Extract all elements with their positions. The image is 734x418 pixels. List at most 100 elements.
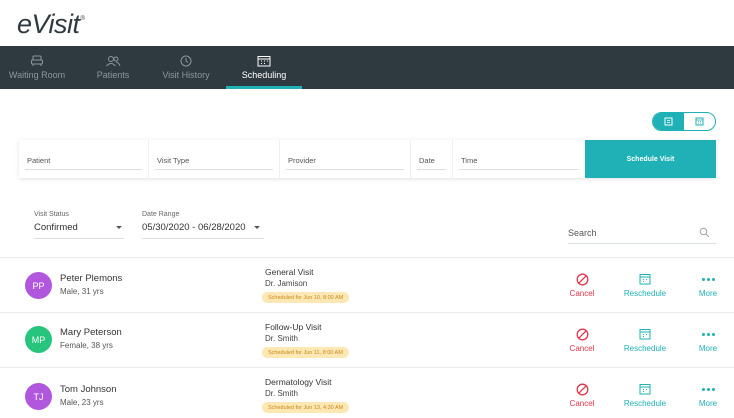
cancel-label: Cancel xyxy=(569,344,595,353)
cancel-button[interactable]: Cancel xyxy=(566,382,598,408)
cancel-icon xyxy=(576,382,589,396)
visit-row[interactable]: MP Mary Peterson Female, 38 yrs Follow-U… xyxy=(0,313,734,367)
calendar-view-button[interactable] xyxy=(684,113,715,130)
calendar-icon xyxy=(639,327,651,341)
visit-type: General Visit xyxy=(265,267,314,277)
reschedule-label: Reschedule xyxy=(623,399,667,408)
cancel-icon xyxy=(576,327,589,341)
clock-icon xyxy=(180,54,192,67)
time-field[interactable]: Time xyxy=(453,140,585,178)
more-dots-icon xyxy=(701,327,715,341)
patient-label: Patient xyxy=(27,156,51,165)
calendar-view-icon xyxy=(695,113,704,130)
calendar-icon xyxy=(639,272,651,286)
reschedule-button[interactable]: Reschedule xyxy=(620,382,670,408)
field-underline xyxy=(286,169,404,170)
visit-type-label: Visit Type xyxy=(157,156,190,165)
visit-type: Dermatology Visit xyxy=(265,377,332,387)
visit-doctor: Dr. Jamison xyxy=(265,279,308,288)
calendar-icon xyxy=(639,382,651,396)
field-underline xyxy=(459,169,579,170)
more-label: More xyxy=(698,399,718,408)
more-button[interactable]: More xyxy=(694,327,722,353)
visit-doctor: Dr. Smith xyxy=(265,334,298,343)
filter-underline xyxy=(34,238,124,239)
date-field[interactable]: Date xyxy=(411,140,453,178)
provider-field[interactable]: Provider xyxy=(280,140,411,178)
patient-meta: Male, 31 yrs xyxy=(60,287,104,296)
view-toggle xyxy=(652,112,716,131)
waiting-room-icon xyxy=(30,54,44,67)
tab-label: Scheduling xyxy=(241,70,287,80)
logo-registered-mark: ® xyxy=(80,16,85,22)
tab-visit-history[interactable]: Visit History xyxy=(156,46,216,89)
filter-underline xyxy=(142,238,264,239)
reschedule-label: Reschedule xyxy=(623,289,667,298)
date-range-value: 05/30/2020 - 06/28/2020 xyxy=(142,222,246,233)
search-input[interactable]: Search xyxy=(568,222,716,244)
active-tab-indicator xyxy=(226,86,302,89)
main-nav: Waiting Room Patients Visit History Sche… xyxy=(0,46,734,89)
reschedule-button[interactable]: Reschedule xyxy=(620,327,670,353)
field-underline xyxy=(417,169,446,170)
cancel-label: Cancel xyxy=(569,399,595,408)
field-underline xyxy=(25,169,142,170)
cancel-label: Cancel xyxy=(569,289,595,298)
more-button[interactable]: More xyxy=(694,272,722,298)
tab-label: Visit History xyxy=(162,70,210,80)
scheduled-badge: Scheduled for Jun 13, 4:30 AM xyxy=(262,402,350,413)
visit-status-label: Visit Status xyxy=(34,211,69,218)
reschedule-label: Reschedule xyxy=(623,344,667,353)
time-label: Time xyxy=(461,156,478,165)
logo-text: eVisit xyxy=(17,9,80,39)
date-label: Date xyxy=(419,156,435,165)
tab-label: Patients xyxy=(96,70,130,80)
avatar: PP xyxy=(25,272,52,299)
more-dots-icon xyxy=(701,272,715,286)
avatar: TJ xyxy=(25,383,52,410)
more-label: More xyxy=(698,344,718,353)
scheduled-badge: Scheduled for Jun 11, 8:00 AM xyxy=(262,347,349,358)
list-view-button[interactable] xyxy=(653,113,684,130)
visit-row[interactable]: PP Peter Plemons Male, 31 yrs General Vi… xyxy=(0,258,734,312)
patient-meta: Female, 38 yrs xyxy=(60,341,113,350)
search-placeholder: Search xyxy=(568,228,597,238)
search-underline xyxy=(568,243,716,244)
tab-patients[interactable]: Patients xyxy=(88,46,138,89)
evisit-logo[interactable]: eVisit ® xyxy=(17,8,85,40)
patient-meta: Male, 23 yrs xyxy=(60,398,104,407)
list-view-icon xyxy=(664,113,673,130)
chevron-down-icon xyxy=(253,226,260,229)
schedule-form: Patient Visit Type Provider Date Time Sc… xyxy=(19,140,716,178)
visit-type: Follow-Up Visit xyxy=(265,322,322,332)
chevron-down-icon xyxy=(116,226,122,229)
avatar: MP xyxy=(25,326,52,353)
visit-row[interactable]: TJ Tom Johnson Male, 23 yrs Dermatology … xyxy=(0,368,734,418)
provider-label: Provider xyxy=(288,156,316,165)
visit-status-value: Confirmed xyxy=(34,222,78,233)
patients-icon xyxy=(105,54,121,67)
patient-field[interactable]: Patient xyxy=(19,140,149,178)
cancel-button[interactable]: Cancel xyxy=(566,327,598,353)
patient-name: Peter Plemons xyxy=(60,273,123,284)
more-label: More xyxy=(698,289,718,298)
patient-name: Mary Peterson xyxy=(60,327,122,338)
cancel-icon xyxy=(576,272,589,286)
visit-type-field[interactable]: Visit Type xyxy=(149,140,280,178)
visit-status-filter[interactable]: Visit Status Confirmed xyxy=(34,211,124,239)
tab-scheduling[interactable]: Scheduling xyxy=(226,46,302,89)
tab-label: Waiting Room xyxy=(8,70,66,80)
patient-name: Tom Johnson xyxy=(60,384,117,395)
visit-doctor: Dr. Smith xyxy=(265,389,298,398)
search-icon[interactable] xyxy=(699,225,710,243)
field-underline xyxy=(155,169,273,170)
reschedule-button[interactable]: Reschedule xyxy=(620,272,670,298)
scheduled-badge: Scheduled for Jun 10, 8:00 AM xyxy=(262,292,350,303)
cancel-button[interactable]: Cancel xyxy=(566,272,598,298)
tab-waiting-room[interactable]: Waiting Room xyxy=(4,46,70,89)
calendar-icon xyxy=(257,54,271,67)
more-button[interactable]: More xyxy=(694,382,722,408)
more-dots-icon xyxy=(701,382,715,396)
schedule-visit-button[interactable]: Schedule Visit xyxy=(585,140,716,178)
date-range-filter[interactable]: Date Range 05/30/2020 - 06/28/2020 xyxy=(142,211,264,239)
